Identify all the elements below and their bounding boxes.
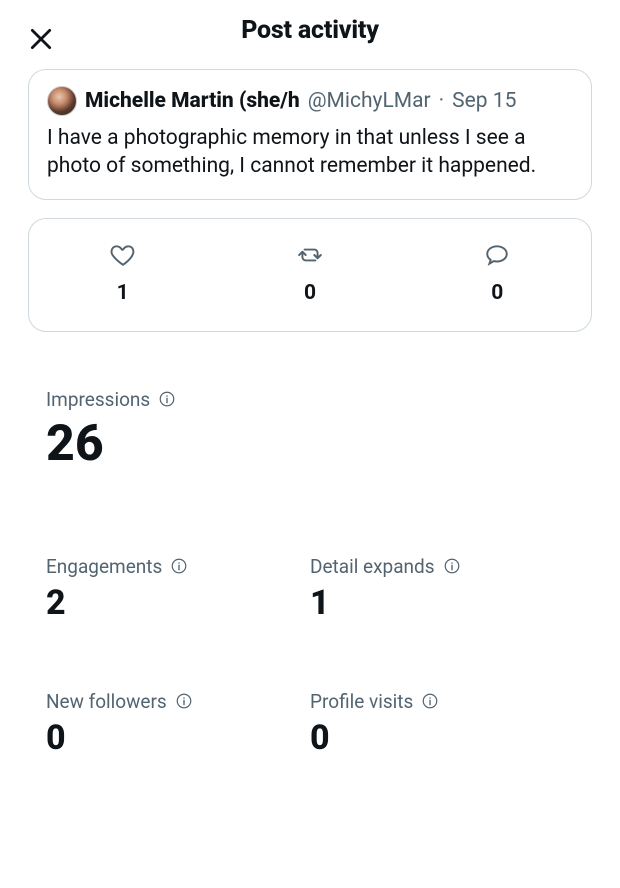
profile-visits-value: 0 [310,721,574,755]
info-icon[interactable] [175,692,193,710]
page-title: Post activity [20,16,600,45]
tweet-text: I have a photographic memory in that unl… [47,124,573,181]
reposts-count: 0 [304,281,316,305]
header: Post activity [0,0,620,69]
metric-profile-visits: Profile visits 0 [310,690,574,755]
info-icon[interactable] [158,390,176,408]
metric-label: Engagements [46,555,310,578]
replies-stat[interactable]: 0 [405,241,590,305]
impressions-label-text: Impressions [46,388,150,411]
separator: · [439,89,445,113]
impressions-value: 26 [46,419,574,469]
replies-count: 0 [491,281,503,305]
metric-row-engagements: Engagements 2 Detail expands 1 [46,555,574,620]
profile-visits-label-text: Profile visits [310,690,413,713]
close-button[interactable] [24,22,58,56]
metric-label: New followers [46,690,310,713]
metric-label: Impressions [46,388,574,411]
avatar [47,86,77,116]
heart-icon [109,241,137,269]
info-icon[interactable] [170,557,188,575]
metric-engagements: Engagements 2 [46,555,310,620]
metric-impressions: Impressions 26 [46,388,574,469]
engagements-label-text: Engagements [46,555,162,578]
display-name: Michelle Martin (she/h [85,89,300,113]
reply-icon [483,241,511,269]
tweet-header: Michelle Martin (she/h @MichyLMar · Sep … [47,86,573,116]
repost-icon [296,241,324,269]
handle: @MichyLMar [308,89,431,113]
metric-new-followers: New followers 0 [46,690,310,755]
likes-count: 1 [117,281,129,305]
detail-expands-value: 1 [310,586,574,620]
metric-label: Profile visits [310,690,574,713]
info-icon[interactable] [421,692,439,710]
engagements-value: 2 [46,586,310,620]
metric-detail-expands: Detail expands 1 [310,555,574,620]
metric-row-followers: New followers 0 Profile visits 0 [46,690,574,755]
likes-stat[interactable]: 1 [30,241,215,305]
tweet-card[interactable]: Michelle Martin (she/h @MichyLMar · Sep … [28,69,592,200]
close-icon [28,26,54,52]
detail-expands-label-text: Detail expands [310,555,435,578]
metric-label: Detail expands [310,555,574,578]
engagement-card: 1 0 0 [28,218,592,332]
info-icon[interactable] [443,557,461,575]
reposts-stat[interactable]: 0 [217,241,402,305]
new-followers-label-text: New followers [46,690,167,713]
metrics-section: Impressions 26 Engagements 2 Detail [28,388,592,755]
new-followers-value: 0 [46,721,310,755]
tweet-date: Sep 15 [452,89,516,113]
content: Michelle Martin (she/h @MichyLMar · Sep … [0,69,620,755]
